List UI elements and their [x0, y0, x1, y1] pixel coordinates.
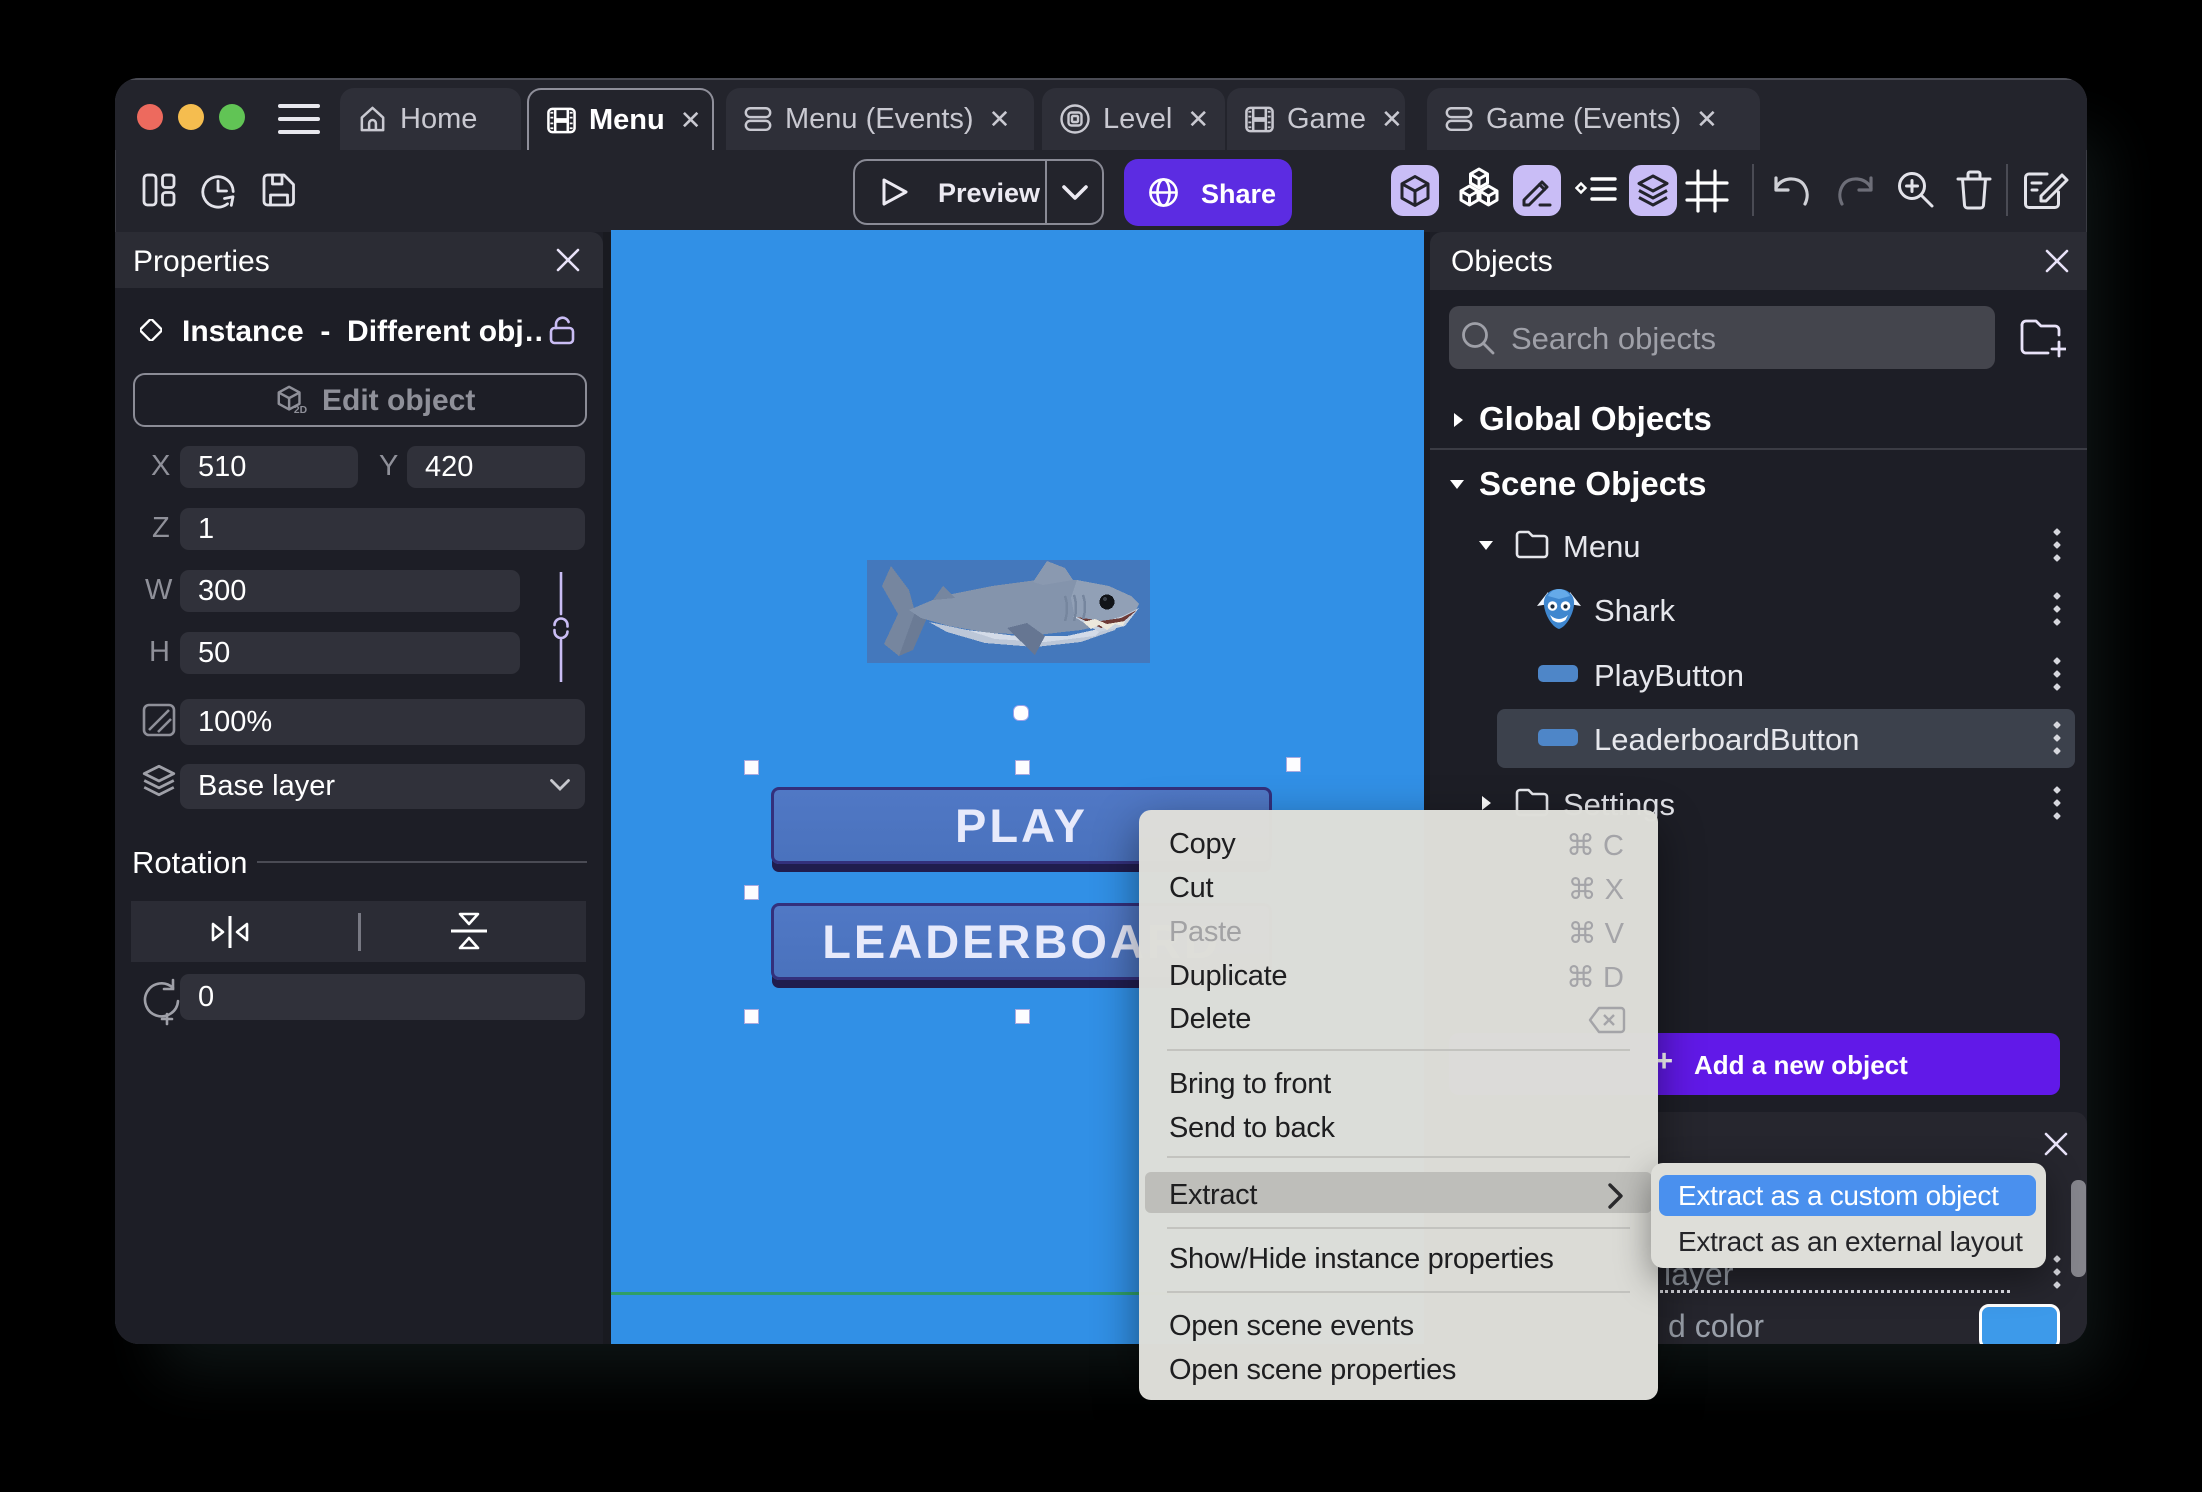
svg-text:2D: 2D [294, 405, 307, 416]
